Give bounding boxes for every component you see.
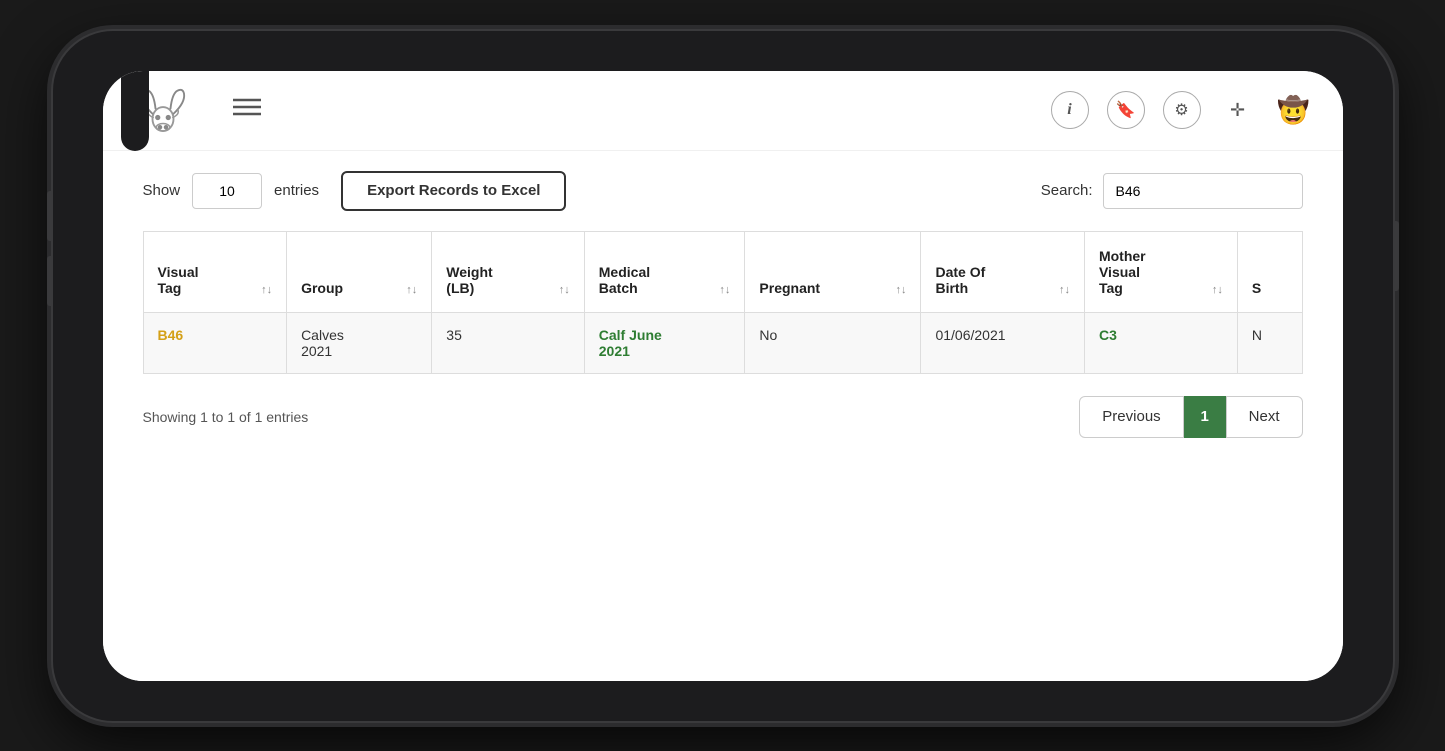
search-label: Search: — [1041, 182, 1093, 199]
sort-icon-weight[interactable]: ↑↓ — [559, 284, 570, 296]
user-button[interactable]: 🤠 — [1275, 91, 1313, 129]
cell-medical-batch: Calf June2021 — [584, 312, 745, 373]
entries-label: entries — [274, 182, 319, 199]
main-content: Show entries Export Records to Excel Sea… — [103, 151, 1343, 681]
sort-icon-pregnant[interactable]: ↑↓ — [895, 284, 906, 296]
bookmark-icon: 🔖 — [1116, 100, 1136, 120]
group-value: Calves2021 — [301, 327, 344, 359]
medical-batch-value: Calf June2021 — [599, 327, 662, 359]
sort-icon-group[interactable]: ↑↓ — [406, 284, 417, 296]
nav-icons: i 🔖 ⚙ ✛ 🤠 — [1051, 91, 1313, 129]
showing-text: Showing 1 to 1 of 1 entries — [143, 409, 309, 425]
col-header-medical-batch: MedicalBatch ↑↓ — [584, 231, 745, 312]
phone-frame: i 🔖 ⚙ ✛ 🤠 Show — [53, 31, 1393, 721]
col-header-weight: Weight(LB) ↑↓ — [432, 231, 584, 312]
sort-icon-dob[interactable]: ↑↓ — [1059, 284, 1070, 296]
cell-mother-tag: C3 — [1084, 312, 1237, 373]
mother-tag-value: C3 — [1099, 327, 1117, 343]
next-button[interactable]: Next — [1226, 396, 1303, 438]
cell-s: N — [1237, 312, 1302, 373]
col-header-visual-tag: VisualTag ↑↓ — [143, 231, 287, 312]
cell-dob: 01/06/2021 — [921, 312, 1085, 373]
sort-icon-visual-tag[interactable]: ↑↓ — [261, 284, 272, 296]
controls-bar: Show entries Export Records to Excel Sea… — [143, 171, 1303, 211]
entries-input[interactable] — [192, 173, 262, 209]
phone-screen: i 🔖 ⚙ ✛ 🤠 Show — [103, 71, 1343, 681]
bookmark-button[interactable]: 🔖 — [1107, 91, 1145, 129]
settings-button[interactable]: ⚙ — [1163, 91, 1201, 129]
col-header-s: S — [1237, 231, 1302, 312]
cell-weight: 35 — [432, 312, 584, 373]
data-table: VisualTag ↑↓ Group ↑↓ We — [143, 231, 1303, 374]
user-avatar-icon: 🤠 — [1277, 95, 1309, 126]
col-header-dob: Date OfBirth ↑↓ — [921, 231, 1085, 312]
cell-visual-tag: B46 — [143, 312, 287, 373]
show-label: Show — [143, 182, 181, 199]
cell-group: Calves2021 — [287, 312, 432, 373]
search-container: Search: — [1041, 173, 1303, 209]
gear-icon: ⚙ — [1174, 100, 1188, 120]
sort-icon-medical-batch[interactable]: ↑↓ — [719, 284, 730, 296]
search-input[interactable] — [1103, 173, 1303, 209]
col-header-mother-tag: MotherVisualTag ↑↓ — [1084, 231, 1237, 312]
volume-up-button[interactable] — [47, 191, 53, 241]
cell-pregnant: No — [745, 312, 921, 373]
col-header-group: Group ↑↓ — [287, 231, 432, 312]
move-button[interactable]: ✛ — [1219, 91, 1257, 129]
previous-button[interactable]: Previous — [1079, 396, 1183, 438]
nav-bar: i 🔖 ⚙ ✛ 🤠 — [103, 71, 1343, 151]
volume-down-button[interactable] — [47, 256, 53, 306]
info-button[interactable]: i — [1051, 91, 1089, 129]
info-icon: i — [1067, 101, 1071, 119]
sort-icon-mother-tag[interactable]: ↑↓ — [1212, 284, 1223, 296]
power-button[interactable] — [1393, 221, 1399, 291]
current-page-number[interactable]: 1 — [1184, 396, 1226, 438]
table-row: B46 Calves2021 35 Calf June2021 No 01/06… — [143, 312, 1302, 373]
pagination-bar: Showing 1 to 1 of 1 entries Previous 1 N… — [143, 396, 1303, 438]
visual-tag-value: B46 — [158, 327, 184, 343]
col-header-pregnant: Pregnant ↑↓ — [745, 231, 921, 312]
hamburger-menu[interactable] — [233, 97, 261, 123]
move-icon: ✛ — [1230, 100, 1245, 121]
pagination-buttons: Previous 1 Next — [1079, 396, 1302, 438]
notch — [121, 71, 149, 151]
export-button[interactable]: Export Records to Excel — [341, 171, 566, 211]
